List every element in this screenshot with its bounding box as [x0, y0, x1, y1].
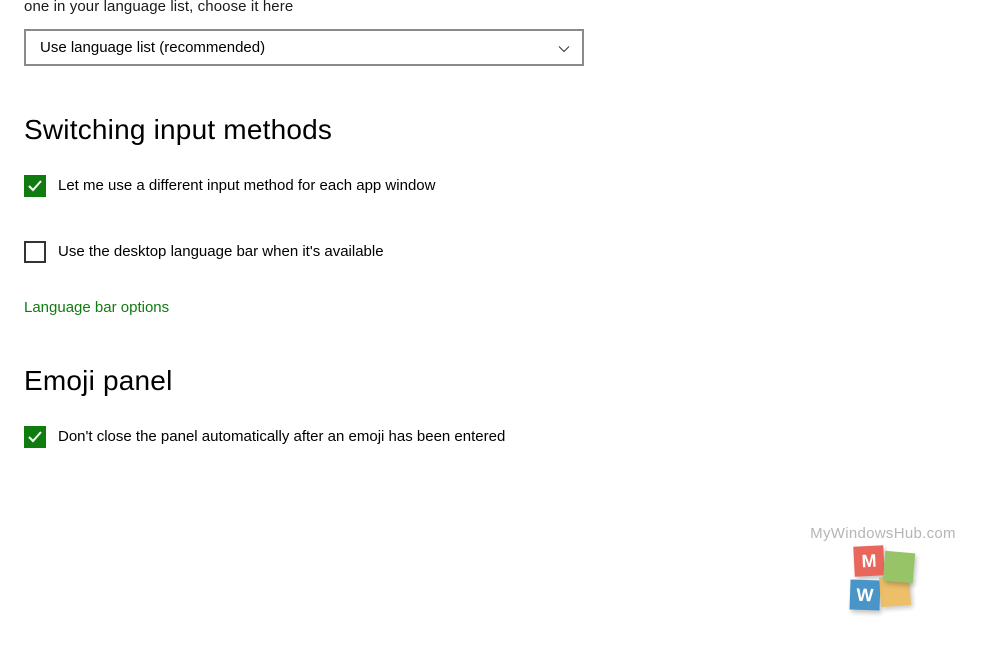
- logo-tile-w: W: [849, 579, 880, 610]
- intro-text-partial: one in your language list, choose it her…: [24, 0, 998, 15]
- dont-close-emoji-panel-checkbox[interactable]: [24, 426, 46, 448]
- dropdown-selected-text: Use language list (recommended): [40, 39, 265, 56]
- desktop-language-bar-label[interactable]: Use the desktop language bar when it's a…: [58, 240, 384, 264]
- watermark-text: MyWindowsHub.com: [808, 525, 958, 542]
- dont-close-emoji-panel-label[interactable]: Don't close the panel automatically afte…: [58, 425, 505, 449]
- checkmark-icon: [27, 178, 43, 194]
- language-bar-options-link[interactable]: Language bar options: [24, 299, 169, 316]
- checkmark-icon: [27, 429, 43, 445]
- logo-tile-y: [883, 551, 916, 584]
- desktop-language-bar-checkbox[interactable]: [24, 241, 46, 263]
- override-language-dropdown[interactable]: Use language list (recommended): [24, 29, 584, 66]
- switching-input-methods-heading: Switching input methods: [24, 114, 998, 146]
- watermark: MyWindowsHub.com M W: [808, 525, 958, 616]
- different-input-per-app-checkbox[interactable]: [24, 175, 46, 197]
- chevron-down-icon: [558, 42, 570, 54]
- different-input-per-app-label[interactable]: Let me use a different input method for …: [58, 174, 435, 198]
- logo-tile-m: M: [853, 545, 885, 577]
- watermark-logo: M W: [848, 546, 918, 616]
- emoji-panel-heading: Emoji panel: [24, 365, 998, 397]
